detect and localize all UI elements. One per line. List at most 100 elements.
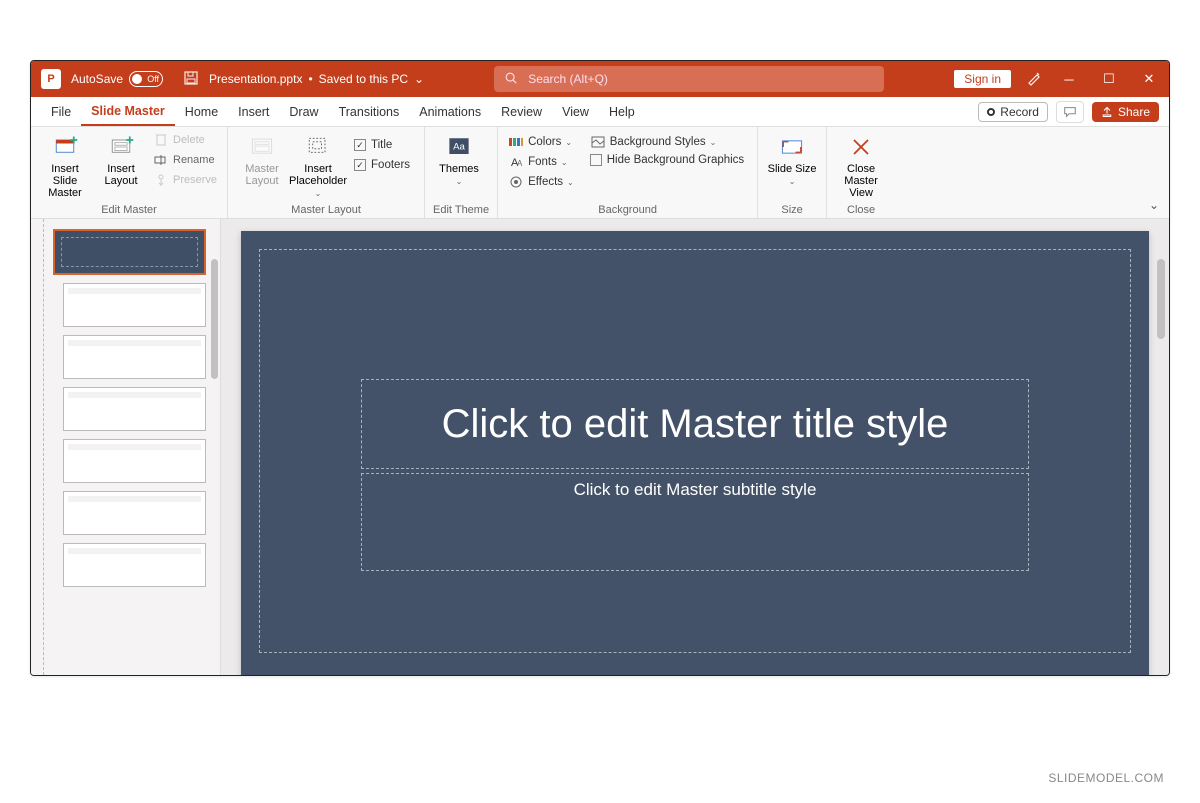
group-edit-theme: Aa Themes ⌄ Edit Theme xyxy=(425,127,498,218)
comments-button[interactable] xyxy=(1056,101,1084,123)
tab-home[interactable]: Home xyxy=(175,97,228,126)
chevron-down-icon: ⌄ xyxy=(315,189,322,198)
thumb-layout-3[interactable] xyxy=(63,387,206,431)
effects-label: Effects xyxy=(528,176,563,188)
insert-slide-master-label: Insert Slide Master xyxy=(39,163,91,199)
hide-bg-checkbox[interactable]: Hide Background Graphics xyxy=(588,153,746,167)
tab-view[interactable]: View xyxy=(552,97,599,126)
chevron-down-icon: ⌄ xyxy=(456,177,463,186)
checkbox-icon xyxy=(590,154,602,166)
tab-insert[interactable]: Insert xyxy=(228,97,279,126)
bg-styles-label: Background Styles xyxy=(610,136,706,148)
effects-button[interactable]: Effects⌄ xyxy=(506,173,576,191)
signin-button[interactable]: Sign in xyxy=(954,70,1011,88)
tab-review[interactable]: Review xyxy=(491,97,552,126)
share-button[interactable]: Share xyxy=(1092,102,1159,122)
app-window: P AutoSave Off Presentation.pptx • Saved… xyxy=(30,60,1170,676)
content-area: Click to edit Master title style Click t… xyxy=(31,219,1169,675)
thumbnail-panel[interactable] xyxy=(31,219,221,675)
ribbon: Insert Slide Master Insert Layout Delete… xyxy=(31,127,1169,219)
share-label: Share xyxy=(1118,105,1150,119)
hide-bg-label: Hide Background Graphics xyxy=(607,154,744,166)
group-label-size: Size xyxy=(766,202,818,216)
slide-size-label: Slide Size xyxy=(768,163,817,175)
insert-layout-button[interactable]: Insert Layout xyxy=(95,131,147,187)
save-icon[interactable] xyxy=(183,70,199,89)
group-edit-master: Insert Slide Master Insert Layout Delete… xyxy=(31,127,228,218)
tab-transitions[interactable]: Transitions xyxy=(329,97,410,126)
group-label-master-layout: Master Layout xyxy=(236,202,416,216)
slide-size-button[interactable]: Slide Size ⌄ xyxy=(766,131,818,186)
ribbon-tabs: File Slide Master Home Insert Draw Trans… xyxy=(31,97,1169,127)
tab-draw[interactable]: Draw xyxy=(279,97,328,126)
eyedropper-icon[interactable] xyxy=(1019,70,1049,89)
thumb-scrollbar[interactable] xyxy=(211,259,218,379)
tab-slide-master[interactable]: Slide Master xyxy=(81,97,175,126)
group-size: Slide Size ⌄ Size xyxy=(758,127,827,218)
slide-editor[interactable]: Click to edit Master title style Click t… xyxy=(221,219,1169,675)
thumb-layout-1[interactable] xyxy=(63,283,206,327)
thumb-layout-6[interactable] xyxy=(63,543,206,587)
bullet: • xyxy=(308,72,312,86)
thumb-master[interactable] xyxy=(53,229,206,275)
search-placeholder: Search (Alt+Q) xyxy=(528,72,608,86)
tab-animations[interactable]: Animations xyxy=(409,97,491,126)
title-placeholder[interactable]: Click to edit Master title style xyxy=(361,379,1029,469)
insert-slide-master-button[interactable]: Insert Slide Master xyxy=(39,131,91,199)
group-background: Colors⌄ AA Fonts⌄ Effects⌄ Background St… xyxy=(498,127,758,218)
thumb-layout-2[interactable] xyxy=(63,335,206,379)
preserve-label: Preserve xyxy=(173,174,217,186)
close-button[interactable]: ✕ xyxy=(1129,71,1169,87)
themes-label: Themes xyxy=(439,163,479,175)
colors-label: Colors xyxy=(528,136,561,148)
title-checkbox[interactable]: ✓ Title xyxy=(348,137,416,153)
thumb-layout-5[interactable] xyxy=(63,491,206,535)
background-styles-button[interactable]: Background Styles⌄ xyxy=(588,133,746,151)
rename-label: Rename xyxy=(173,154,215,166)
tab-help[interactable]: Help xyxy=(599,97,645,126)
themes-button[interactable]: Aa Themes ⌄ xyxy=(433,131,485,186)
toggle-pill[interactable]: Off xyxy=(129,71,163,87)
maximize-button[interactable]: ☐ xyxy=(1089,71,1129,87)
thumb-layout-4[interactable] xyxy=(63,439,206,483)
rename-button[interactable]: Rename xyxy=(151,151,219,169)
document-title[interactable]: Presentation.pptx • Saved to this PC ⌄ xyxy=(209,72,424,86)
slide-canvas[interactable]: Click to edit Master title style Click t… xyxy=(241,231,1149,675)
delete-label: Delete xyxy=(173,134,205,146)
editor-scrollbar[interactable] xyxy=(1157,259,1165,339)
close-master-view-button[interactable]: Close Master View xyxy=(835,131,887,199)
autosave-toggle[interactable]: AutoSave Off xyxy=(71,71,163,87)
record-icon xyxy=(987,108,995,116)
colors-button[interactable]: Colors⌄ xyxy=(506,133,576,151)
record-button[interactable]: Record xyxy=(978,102,1048,122)
ribbon-collapse-icon[interactable]: ⌄ xyxy=(1149,198,1159,212)
master-layout-label: Master Layout xyxy=(236,163,288,187)
hierarchy-line xyxy=(43,219,44,675)
group-close: Close Master View Close xyxy=(827,127,895,218)
insert-layout-label: Insert Layout xyxy=(95,163,147,187)
svg-text:A: A xyxy=(517,159,523,168)
footers-checkbox[interactable]: ✓ Footers xyxy=(348,157,416,173)
insert-placeholder-label: Insert Placeholder xyxy=(289,163,347,187)
minimize-button[interactable]: ─ xyxy=(1049,72,1089,87)
group-label-edit-theme: Edit Theme xyxy=(433,202,489,216)
title-bar: P AutoSave Off Presentation.pptx • Saved… xyxy=(31,61,1169,97)
group-master-layout: Master Layout Insert Placeholder ⌄ ✓ Tit… xyxy=(228,127,425,218)
save-status: Saved to this PC xyxy=(319,72,408,86)
fonts-button[interactable]: AA Fonts⌄ xyxy=(506,153,576,171)
checkbox-checked-icon: ✓ xyxy=(354,139,366,151)
insert-placeholder-button[interactable]: Insert Placeholder ⌄ xyxy=(292,131,344,198)
subtitle-placeholder[interactable]: Click to edit Master subtitle style xyxy=(361,473,1029,571)
search-input[interactable]: Search (Alt+Q) xyxy=(494,66,884,92)
footers-label: Footers xyxy=(371,159,410,171)
delete-button: Delete xyxy=(151,131,219,149)
watermark: SLIDEMODEL.COM xyxy=(1048,771,1164,785)
autosave-label: AutoSave xyxy=(71,72,123,86)
tab-file[interactable]: File xyxy=(41,97,81,126)
chevron-down-icon: ⌄ xyxy=(789,177,796,186)
fonts-label: Fonts xyxy=(528,156,557,168)
chevron-down-icon: ⌄ xyxy=(414,72,424,86)
filename: Presentation.pptx xyxy=(209,72,302,86)
record-label: Record xyxy=(1000,105,1039,119)
master-layout-button: Master Layout xyxy=(236,131,288,187)
